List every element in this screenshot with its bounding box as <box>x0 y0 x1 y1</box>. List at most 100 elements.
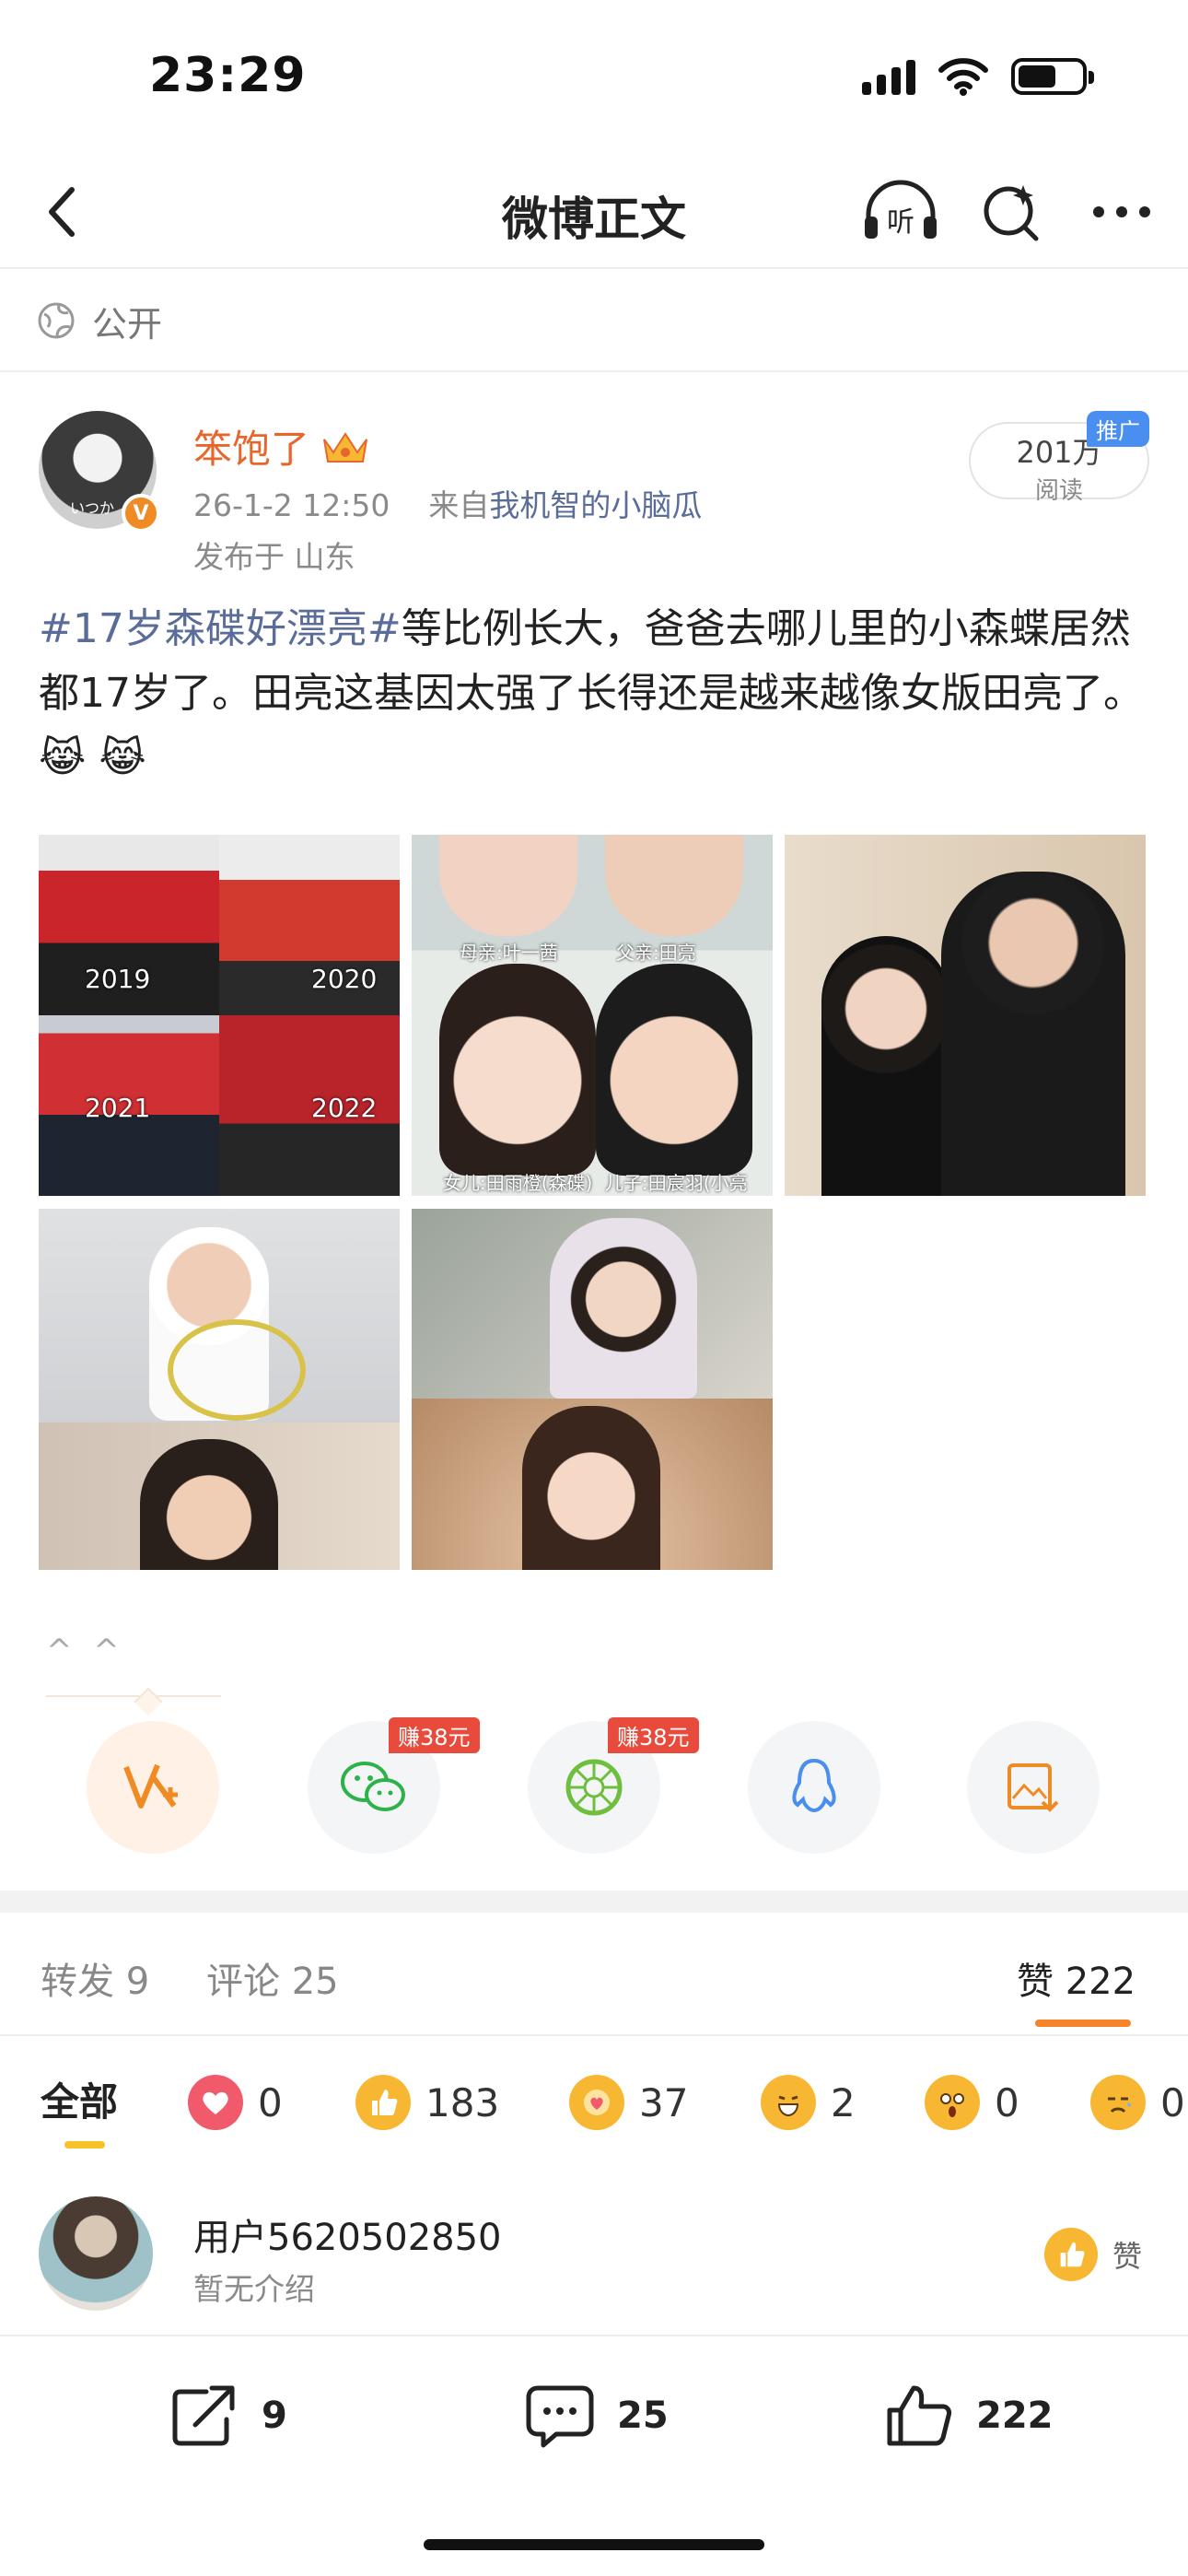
reaction-count: 0 <box>995 2079 1019 2125</box>
post-body: #17岁森碟好漂亮#等比例长大，爸爸去哪儿里的小森蝶居然都17岁了。田亮这基因太… <box>39 597 1153 790</box>
save-image-button[interactable] <box>967 1721 1100 1854</box>
reaction-hug[interactable]: 37 <box>569 2075 688 2130</box>
hug-icon <box>569 2075 624 2130</box>
tab-comments[interactable]: 评论 25 <box>206 1951 339 2005</box>
reads-label: 阅读 <box>1034 477 1083 505</box>
repost-icon <box>172 2385 235 2446</box>
liker-like-badge: 赞 <box>1044 2228 1142 2281</box>
post-image-1[interactable]: 2019 2020 2021 2022 <box>39 835 400 1196</box>
comment-button[interactable]: 25 <box>525 2383 669 2449</box>
status-bar: 23:29 <box>0 0 1188 157</box>
post-image-5[interactable] <box>412 1209 773 1570</box>
reaction-heart[interactable]: 0 <box>188 2075 283 2130</box>
repost-button[interactable]: 9 <box>169 2383 287 2449</box>
verified-badge-icon: V <box>122 494 160 533</box>
post-source-link[interactable]: 我机智的小脑瓜 <box>489 487 702 523</box>
reaction-surprised[interactable]: 0 <box>925 2075 1019 2130</box>
section-separator <box>0 1891 1188 1913</box>
battery-icon <box>1011 58 1094 95</box>
collapse-toggle[interactable]: ^ ^ <box>46 1633 125 1669</box>
heart-icon <box>188 2075 243 2130</box>
like-button[interactable]: 222 <box>884 2383 1054 2449</box>
repost-count: 9 <box>262 2395 287 2437</box>
visibility-label: 公开 <box>92 303 163 345</box>
thumbs-up-icon <box>1044 2228 1098 2281</box>
tab-likes-label: 赞 <box>1017 1961 1054 2003</box>
comment-icon <box>526 2385 594 2448</box>
reaction-count: 37 <box>639 2079 689 2125</box>
reaction-thumbs-up[interactable]: 183 <box>355 2075 499 2130</box>
headphones-icon: 听 <box>865 180 937 239</box>
share-pointer <box>134 1687 163 1716</box>
reaction-all-tab[interactable]: 全部 <box>41 2071 118 2127</box>
tab-reposts[interactable]: 转发 9 <box>41 1951 149 2005</box>
qq-icon <box>792 1758 836 1813</box>
sad-icon <box>1090 2075 1146 2130</box>
post-image-4[interactable] <box>39 1209 400 1570</box>
liker-avatar[interactable] <box>39 2196 153 2311</box>
image-caption: 女儿:田雨橙(森碟) <box>443 1172 593 1194</box>
tab-comments-label: 评论 <box>206 1961 280 2003</box>
v-plus-icon <box>123 1763 178 1809</box>
avatar-caption: いつか <box>70 499 115 517</box>
earn-badge: 赚38元 <box>389 1717 480 1753</box>
bottom-action-bar: 9 25 222 <box>0 2335 1188 2482</box>
liker-bio: 暂无介绍 <box>193 2271 315 2307</box>
cellular-signal-icon <box>862 58 915 95</box>
save-image-icon <box>1007 1763 1059 1812</box>
liker-like-label: 赞 <box>1112 2239 1143 2274</box>
reaction-sad[interactable]: 0 <box>1090 2075 1185 2130</box>
reaction-count: 2 <box>831 2079 856 2125</box>
post-hashtag[interactable]: #17岁森碟好漂亮# <box>39 605 402 652</box>
reaction-count: 0 <box>258 2079 283 2125</box>
year-label: 2021 <box>85 1093 151 1123</box>
liker-name[interactable]: 用户5620502850 <box>193 2207 502 2261</box>
post-meta: 26-1-2 12:50 来自我机智的小脑瓜 <box>193 481 702 525</box>
listen-button[interactable]: 听 <box>856 175 945 249</box>
wifi-icon <box>938 58 988 96</box>
more-button[interactable] <box>1077 175 1166 249</box>
surprised-icon <box>925 2075 980 2130</box>
post-location: 发布于 山东 <box>193 539 355 575</box>
image-caption: 儿子:田宸羽(小亮仔) <box>605 1172 748 1194</box>
year-label: 2019 <box>85 964 151 994</box>
nav-bar: 微博正文 听 <box>0 157 1188 269</box>
svg-text:听: 听 <box>887 206 914 239</box>
year-label: 2020 <box>311 964 378 994</box>
stat-tabs: 转发 9 评论 25 赞 222 <box>0 1913 1188 2036</box>
wechat-icon <box>341 1762 405 1811</box>
author-avatar[interactable]: いつか V <box>39 411 160 533</box>
home-indicator <box>424 2539 764 2550</box>
share-vplus-button[interactable] <box>87 1721 219 1854</box>
crown-badge-icon <box>323 431 368 463</box>
author-name[interactable]: 笨饱了 <box>193 418 370 474</box>
moments-aperture-icon <box>565 1759 623 1816</box>
source-prefix: 来自 <box>428 487 490 523</box>
reaction-laugh[interactable]: 2 <box>761 2075 856 2130</box>
nav-actions: 听 <box>856 175 1166 249</box>
tab-reposts-count: 9 <box>125 1961 150 2003</box>
thumbs-up-outline-icon <box>887 2385 951 2446</box>
author-name-text: 笨饱了 <box>193 427 310 472</box>
reaction-all-underline <box>64 2141 105 2149</box>
share-divider <box>46 1695 221 1697</box>
like-count: 222 <box>976 2395 1054 2437</box>
tab-underline <box>1035 2020 1131 2027</box>
post-image-3[interactable] <box>785 835 1146 1196</box>
search-button[interactable] <box>967 175 1055 249</box>
tab-reposts-label: 转发 <box>41 1961 114 2003</box>
thumbs-up-icon <box>355 2075 411 2130</box>
image-caption: 母亲:叶一茜 <box>460 942 558 964</box>
reaction-count: 0 <box>1160 2079 1185 2125</box>
visibility-row: 公开 <box>0 271 1188 372</box>
tab-likes-count: 222 <box>1065 1961 1136 2003</box>
year-label: 2022 <box>311 1093 378 1123</box>
status-icons <box>862 57 1094 96</box>
reaction-count: 183 <box>425 2079 500 2125</box>
tab-likes[interactable]: 赞 222 <box>1017 1951 1136 2005</box>
post-image-2[interactable]: 母亲:叶一茜 父亲:田亮 女儿:田雨橙(森碟) 儿子:田宸羽(小亮仔) <box>412 835 773 1196</box>
globe-icon <box>38 302 75 339</box>
share-qq-button[interactable] <box>748 1721 880 1854</box>
image-caption: 父亲:田亮 <box>616 942 696 964</box>
promo-tag: 推广 <box>1087 411 1149 447</box>
